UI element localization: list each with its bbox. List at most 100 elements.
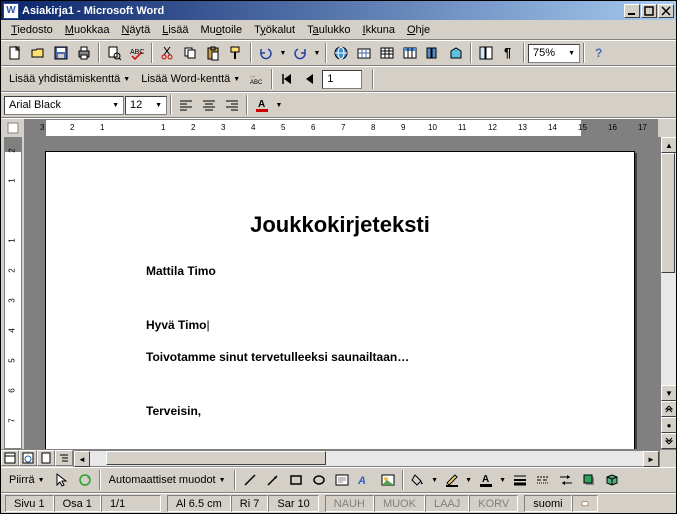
align-right-button[interactable] — [221, 94, 243, 116]
menu-file[interactable]: Tiedosto — [5, 22, 59, 38]
scroll-down-button[interactable]: ▼ — [661, 385, 676, 401]
tables-borders-button[interactable] — [353, 42, 375, 64]
clipart-button[interactable] — [377, 469, 399, 491]
browse-object-button[interactable]: ● — [661, 417, 676, 433]
page-viewport[interactable]: Joukkokirjeteksti Mattila Timo Hyvä Timo… — [25, 137, 660, 449]
close-button[interactable] — [658, 4, 674, 18]
outline-view-button[interactable] — [55, 450, 73, 466]
insert-merge-field-button[interactable]: Lisää yhdistämiskenttä▼ — [4, 69, 135, 90]
zoom-combo[interactable]: 75%▼ — [528, 44, 580, 63]
save-button[interactable] — [50, 42, 72, 64]
status-trk[interactable]: MUOK — [374, 495, 425, 512]
scroll-track-v[interactable] — [661, 153, 676, 385]
fill-color-button[interactable] — [407, 469, 429, 491]
hyperlink-button[interactable] — [330, 42, 352, 64]
scroll-left-button[interactable]: ◄ — [74, 451, 90, 467]
normal-view-button[interactable] — [1, 450, 19, 466]
menu-edit[interactable]: Muokkaa — [59, 22, 116, 38]
wordart-button[interactable]: A — [354, 469, 376, 491]
align-center-button[interactable] — [198, 94, 220, 116]
insert-table-button[interactable] — [376, 42, 398, 64]
shadow-button[interactable] — [578, 469, 600, 491]
print-layout-view-button[interactable] — [37, 450, 55, 466]
next-page-button[interactable] — [661, 433, 676, 449]
arrow-style-button[interactable] — [555, 469, 577, 491]
rectangle-button[interactable] — [285, 469, 307, 491]
paste-button[interactable] — [202, 42, 224, 64]
maximize-button[interactable] — [641, 4, 657, 18]
menu-format[interactable]: Muotoile — [195, 22, 249, 38]
horizontal-scrollbar[interactable]: ◄ ► — [73, 450, 660, 467]
status-rec[interactable]: NAUH — [325, 495, 374, 512]
draw-menu-button[interactable]: Piirrä▼ — [4, 470, 50, 491]
undo-button[interactable] — [255, 42, 277, 64]
help-button[interactable]: ? — [588, 42, 610, 64]
line-style-button[interactable] — [509, 469, 531, 491]
align-left-button[interactable] — [175, 94, 197, 116]
status-book-icon[interactable] — [572, 495, 598, 512]
copy-button[interactable] — [179, 42, 201, 64]
redo-dropdown[interactable]: ▼ — [312, 42, 322, 64]
open-button[interactable] — [27, 42, 49, 64]
dash-style-button[interactable] — [532, 469, 554, 491]
status-lang[interactable]: suomi — [524, 495, 571, 512]
3d-button[interactable] — [601, 469, 623, 491]
free-rotate-button[interactable] — [74, 469, 96, 491]
scroll-thumb-h[interactable] — [106, 451, 326, 465]
font-color-button[interactable]: A — [251, 94, 273, 116]
font-color-draw-dropdown[interactable]: ▼ — [498, 469, 508, 491]
spelling-button[interactable]: ABC — [126, 42, 148, 64]
drawing-button[interactable] — [445, 42, 467, 64]
line-button[interactable] — [239, 469, 261, 491]
menu-window[interactable]: Ikkuna — [357, 22, 401, 38]
status-ovr[interactable]: KORV — [469, 495, 518, 512]
format-painter-button[interactable] — [225, 42, 247, 64]
line-color-button[interactable] — [441, 469, 463, 491]
minimize-button[interactable] — [624, 4, 640, 18]
menu-view[interactable]: Näytä — [115, 22, 156, 38]
document-page[interactable]: Joukkokirjeteksti Mattila Timo Hyvä Timo… — [45, 151, 635, 449]
font-color-draw-button[interactable]: A — [475, 469, 497, 491]
doc-map-button[interactable] — [475, 42, 497, 64]
line-color-dropdown[interactable]: ▼ — [464, 469, 474, 491]
menu-insert[interactable]: Lisää — [156, 22, 194, 38]
textbox-button[interactable] — [331, 469, 353, 491]
status-section: Osa 1 — [54, 495, 101, 512]
autoshapes-button[interactable]: Automaattiset muodot▼ — [104, 470, 231, 491]
oval-button[interactable] — [308, 469, 330, 491]
vertical-scrollbar[interactable]: ▲ ▼ ● — [660, 137, 676, 449]
print-preview-button[interactable] — [103, 42, 125, 64]
menu-help[interactable]: Ohje — [401, 22, 436, 38]
font-size-combo[interactable]: 12▼ — [125, 96, 167, 115]
view-merged-button[interactable]: «»ABC — [246, 68, 268, 90]
font-color-dropdown[interactable]: ▼ — [274, 94, 284, 116]
scroll-right-button[interactable]: ► — [643, 451, 659, 467]
redo-button[interactable] — [289, 42, 311, 64]
arrow-button[interactable] — [262, 469, 284, 491]
status-ext[interactable]: LAAJ — [425, 495, 469, 512]
first-record-button[interactable] — [276, 68, 298, 90]
cut-button[interactable] — [156, 42, 178, 64]
show-formatting-button[interactable]: ¶ — [498, 42, 520, 64]
record-number-field[interactable]: 1 — [322, 70, 362, 89]
prev-page-button[interactable] — [661, 401, 676, 417]
font-name-combo[interactable]: Arial Black▼ — [4, 96, 124, 115]
undo-dropdown[interactable]: ▼ — [278, 42, 288, 64]
fill-color-dropdown[interactable]: ▼ — [430, 469, 440, 491]
scroll-thumb-v[interactable] — [661, 153, 675, 273]
separator — [271, 69, 273, 89]
menu-table[interactable]: Taulukko — [301, 22, 356, 38]
new-button[interactable] — [4, 42, 26, 64]
print-button[interactable] — [73, 42, 95, 64]
menu-tools[interactable]: Työkalut — [248, 22, 301, 38]
columns-button[interactable] — [422, 42, 444, 64]
web-view-button[interactable] — [19, 450, 37, 466]
insert-word-field-button[interactable]: Lisää Word-kenttä▼ — [136, 69, 245, 90]
prev-record-button[interactable] — [299, 68, 321, 90]
standard-toolbar: ABC ▼ ▼ ¶ 75%▼ ? — [1, 40, 676, 66]
horizontal-ruler[interactable]: 321 123 456 789 101112 131415 1617 — [25, 119, 658, 137]
scroll-up-button[interactable]: ▲ — [661, 137, 676, 153]
select-objects-button[interactable] — [51, 469, 73, 491]
excel-button[interactable] — [399, 42, 421, 64]
vertical-ruler[interactable]: 21 12 34 56 78 — [4, 137, 22, 449]
